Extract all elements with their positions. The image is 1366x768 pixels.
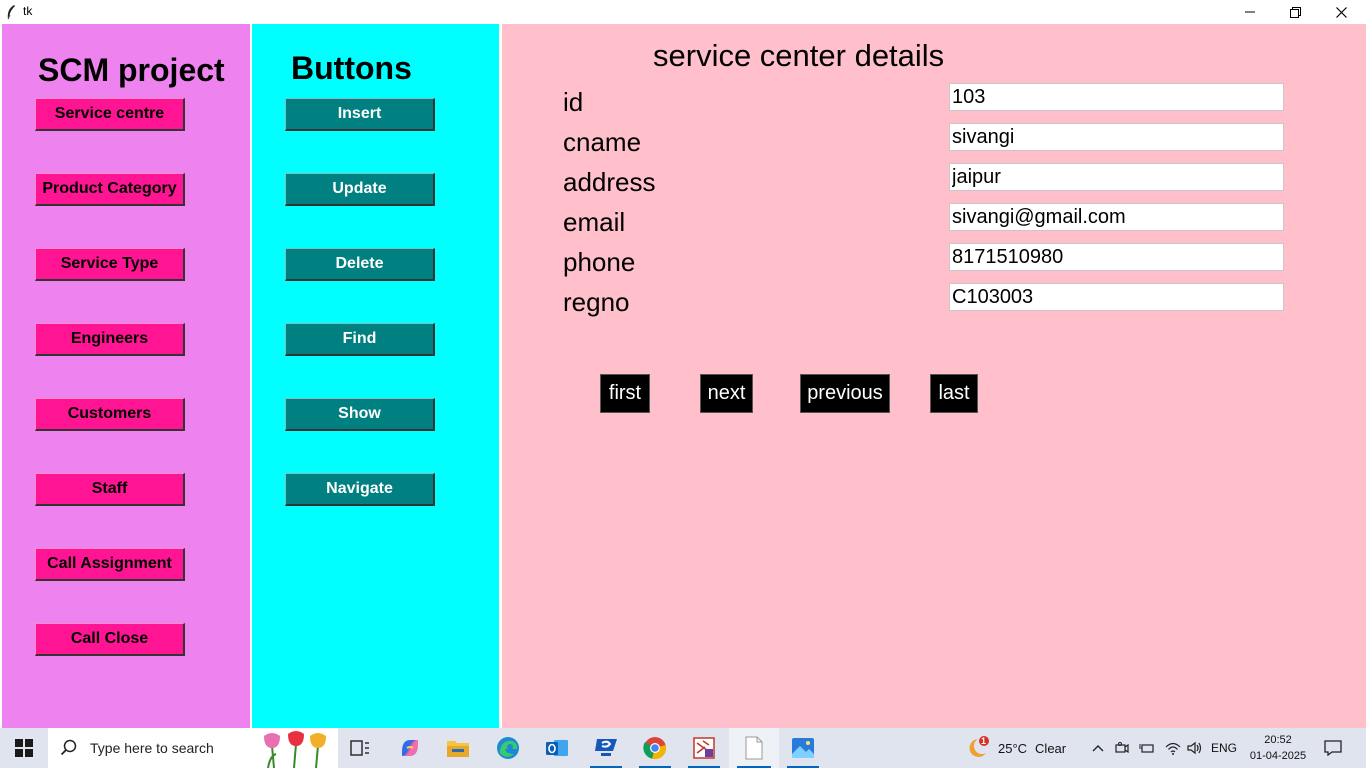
delete-button[interactable]: Delete (285, 248, 435, 281)
navigate-button[interactable]: Navigate (285, 473, 435, 506)
find-button[interactable]: Find (285, 323, 435, 356)
meet-now-button[interactable] (1112, 728, 1132, 768)
chevron-up-icon (1092, 745, 1104, 752)
edge-icon (497, 737, 519, 759)
chrome-button[interactable] (631, 728, 679, 768)
weather-temp: 25°C (998, 740, 1028, 756)
call-close-button[interactable]: Call Close (35, 623, 185, 656)
close-button[interactable] (1318, 0, 1364, 24)
restore-button[interactable] (1272, 0, 1318, 24)
weather-widget[interactable]: 1 25°C Clear (964, 728, 1074, 768)
remote-app-button[interactable] (582, 728, 630, 768)
volume-button[interactable] (1185, 728, 1205, 768)
minimize-icon (1245, 11, 1255, 13)
edge-button[interactable] (484, 728, 532, 768)
outlook-icon (546, 740, 568, 756)
tk-feather-icon (7, 5, 15, 20)
insert-button[interactable]: Insert (285, 98, 435, 131)
taskbar-search-box[interactable]: Type here to search (48, 728, 338, 768)
buttons-heading: Buttons (291, 50, 412, 86)
regno-field[interactable] (949, 283, 1284, 311)
chrome-icon (643, 737, 666, 759)
engineers-button[interactable]: Engineers (35, 323, 185, 356)
next-button[interactable]: next (700, 374, 753, 413)
file-explorer-button[interactable] (434, 728, 482, 768)
tulips-decoration-icon (264, 731, 326, 768)
title-bar: tk (0, 0, 1366, 24)
language-indicator: ENG (1210, 741, 1237, 755)
first-button[interactable]: first (600, 374, 650, 413)
previous-button[interactable]: previous (800, 374, 890, 413)
speaker-icon (1187, 741, 1202, 755)
phone-label: phone (563, 247, 636, 277)
service-type-button[interactable]: Service Type (35, 248, 185, 281)
call-assignment-button[interactable]: Call Assignment (35, 548, 185, 581)
scm-app-icon (693, 737, 715, 759)
staff-button[interactable]: Staff (35, 473, 185, 506)
clock[interactable]: 20:52 01-04-2025 (1240, 732, 1316, 764)
network-button[interactable] (1162, 728, 1184, 768)
copilot-icon (402, 740, 418, 756)
restore-icon (1289, 6, 1301, 18)
start-button[interactable] (0, 728, 48, 768)
clock-time: 20:52 (1264, 734, 1292, 746)
input-language-button[interactable]: ENG (1210, 728, 1238, 768)
window-title: tk (23, 4, 33, 18)
phone-field[interactable] (949, 243, 1284, 271)
cname-field[interactable] (949, 123, 1284, 151)
battery-button[interactable] (1137, 728, 1157, 768)
customers-button[interactable]: Customers (35, 398, 185, 431)
email-field[interactable] (949, 203, 1284, 231)
minimize-button[interactable] (1227, 0, 1273, 24)
weather-badge: 1 (981, 736, 987, 746)
scm-app-button[interactable] (680, 728, 728, 768)
id-field[interactable] (949, 83, 1284, 111)
show-hidden-icons-button[interactable] (1088, 728, 1108, 768)
remote-app-icon (595, 739, 617, 756)
camera-icon (1115, 742, 1129, 754)
notepad-button[interactable] (729, 728, 779, 768)
service-centre-button[interactable]: Service centre (35, 98, 185, 131)
address-field[interactable] (949, 163, 1284, 191)
email-label: email (563, 207, 626, 237)
close-icon (1335, 6, 1347, 18)
notifications-button[interactable] (1318, 728, 1348, 768)
product-category-button[interactable]: Product Category (35, 173, 185, 206)
windows-logo-icon (15, 739, 33, 757)
update-button[interactable]: Update (285, 173, 435, 206)
project-heading: SCM project (38, 52, 225, 88)
search-placeholder: Type here to search (90, 740, 214, 756)
copilot-button[interactable] (386, 728, 434, 768)
last-button[interactable]: last (930, 374, 978, 413)
task-view-button[interactable] (338, 728, 382, 768)
taskbar: Type here to search 1 25°C Clear ENG 20:… (0, 728, 1366, 768)
file-explorer-icon (447, 741, 469, 757)
cname-label: cname (563, 127, 642, 157)
form-title: service center details (653, 38, 945, 73)
show-button[interactable]: Show (285, 398, 435, 431)
weather-condition: Clear (1035, 740, 1067, 756)
wifi-icon (1165, 742, 1181, 755)
outlook-button[interactable] (533, 728, 581, 768)
weather-moon-icon (969, 736, 989, 757)
address-label: address (563, 167, 656, 197)
clock-date: 01-04-2025 (1249, 750, 1307, 762)
photos-icon (792, 738, 814, 758)
task-view-icon (350, 740, 369, 756)
id-label: id (563, 87, 584, 117)
battery-plug-icon (1139, 744, 1154, 753)
notepad-icon (745, 736, 763, 760)
search-icon (60, 739, 77, 756)
regno-label: regno (563, 287, 630, 317)
notification-icon (1324, 740, 1342, 756)
photos-button[interactable] (779, 728, 827, 768)
